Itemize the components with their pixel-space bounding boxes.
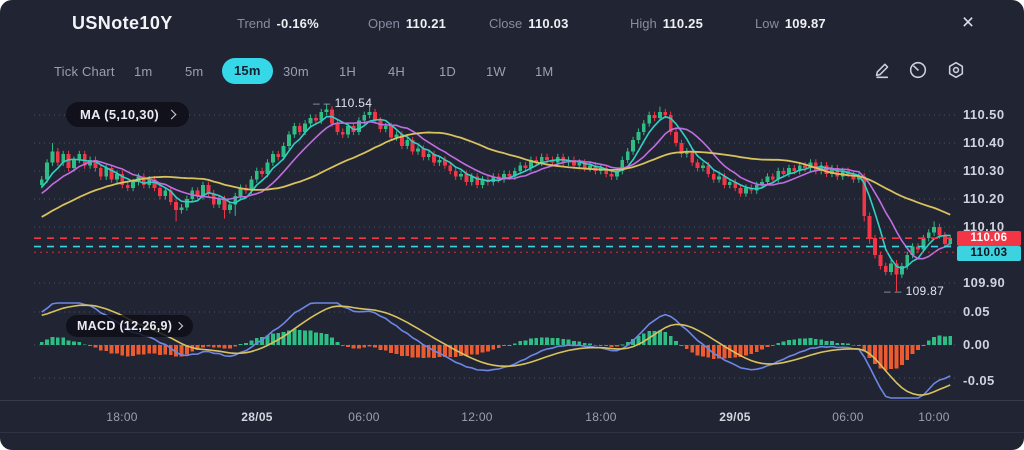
macd-tick: 0.00 xyxy=(963,337,1021,353)
tab-1m-month[interactable]: 1M xyxy=(535,63,553,81)
price-tick: 110.20 xyxy=(963,191,1021,207)
stat-label: Close xyxy=(489,16,522,31)
tab-1w[interactable]: 1W xyxy=(486,63,506,81)
countdown-dial-icon[interactable] xyxy=(908,60,930,82)
time-tick-date: 29/05 xyxy=(703,410,767,424)
symbol-title: USNote10Y xyxy=(72,13,173,34)
low-annotation-value: 109.87 xyxy=(906,284,945,298)
close-price-badge: 110.03 xyxy=(957,246,1021,261)
footer-separator xyxy=(0,432,1024,433)
ma-lines xyxy=(42,117,951,269)
tab-1m[interactable]: 1m xyxy=(134,63,152,81)
chevron-right-icon xyxy=(167,110,177,120)
tab-5m[interactable]: 5m xyxy=(185,63,203,81)
tab-4h[interactable]: 4H xyxy=(388,63,405,81)
stat-value: 110.21 xyxy=(406,16,446,31)
stat-trend: Trend -0.16% xyxy=(237,16,319,31)
time-tick: 12:00 xyxy=(445,410,509,424)
ma-indicator-label: MA (5,10,30) xyxy=(80,107,159,122)
price-lines xyxy=(34,238,956,252)
tab-15m-active[interactable]: 15m xyxy=(222,58,273,84)
macd-indicator-label: MACD (12,26,9) xyxy=(77,319,172,333)
chevron-right-icon xyxy=(175,322,183,330)
stat-open: Open 110.21 xyxy=(368,16,446,31)
dash-marker-icon: – – xyxy=(313,96,331,110)
time-tick: 10:00 xyxy=(902,410,966,424)
stat-value: 110.25 xyxy=(663,16,703,31)
stat-close: Close 110.03 xyxy=(489,16,569,31)
time-tick: 18:00 xyxy=(90,410,154,424)
stat-label: Open xyxy=(368,16,400,31)
tab-30m[interactable]: 30m xyxy=(283,63,309,81)
ma-indicator-pill[interactable]: MA (5,10,30) xyxy=(66,102,189,127)
time-tick-date: 28/05 xyxy=(225,410,289,424)
stat-value: 110.03 xyxy=(528,16,568,31)
stat-low: Low 109.87 xyxy=(755,16,826,31)
trading-chart-widget: USNote10Y Trend -0.16% Open 110.21 Close 11… xyxy=(0,0,1024,450)
macd-tick: 0.05 xyxy=(963,304,1021,320)
tab-1d[interactable]: 1D xyxy=(439,63,456,81)
stat-label: Low xyxy=(755,16,779,31)
low-annotation: – – 109.87 xyxy=(884,284,944,298)
stat-label: High xyxy=(630,16,657,31)
price-tick: 110.50 xyxy=(963,107,1021,123)
stat-high: High 110.25 xyxy=(630,16,703,31)
chart-canvas[interactable] xyxy=(0,0,1024,450)
last-price-badge: 110.06 xyxy=(957,231,1021,246)
tab-1h[interactable]: 1H xyxy=(339,63,356,81)
tab-tick-chart[interactable]: Tick Chart xyxy=(54,63,115,81)
price-tick: 110.40 xyxy=(963,135,1021,151)
price-tick: 109.90 xyxy=(963,275,1021,291)
close-icon[interactable]: × xyxy=(955,10,981,36)
dash-marker-icon: – – xyxy=(884,284,902,298)
axis-separator xyxy=(0,400,1024,401)
price-tick: 110.30 xyxy=(963,163,1021,179)
draw-pencil-icon[interactable] xyxy=(872,60,894,82)
high-annotation: – – 110.54 xyxy=(313,96,372,110)
high-annotation-value: 110.54 xyxy=(335,96,373,110)
macd-indicator-pill[interactable]: MACD (12,26,9) xyxy=(66,315,193,337)
time-tick: 06:00 xyxy=(816,410,880,424)
time-tick: 18:00 xyxy=(569,410,633,424)
stat-value: 109.87 xyxy=(785,16,826,31)
stat-value: -0.16% xyxy=(276,16,318,31)
stat-label: Trend xyxy=(237,16,270,31)
settings-gear-icon[interactable] xyxy=(946,60,968,82)
time-tick: 06:00 xyxy=(332,410,396,424)
macd-tick: -0.05 xyxy=(963,373,1021,389)
ma5-line xyxy=(42,117,951,269)
